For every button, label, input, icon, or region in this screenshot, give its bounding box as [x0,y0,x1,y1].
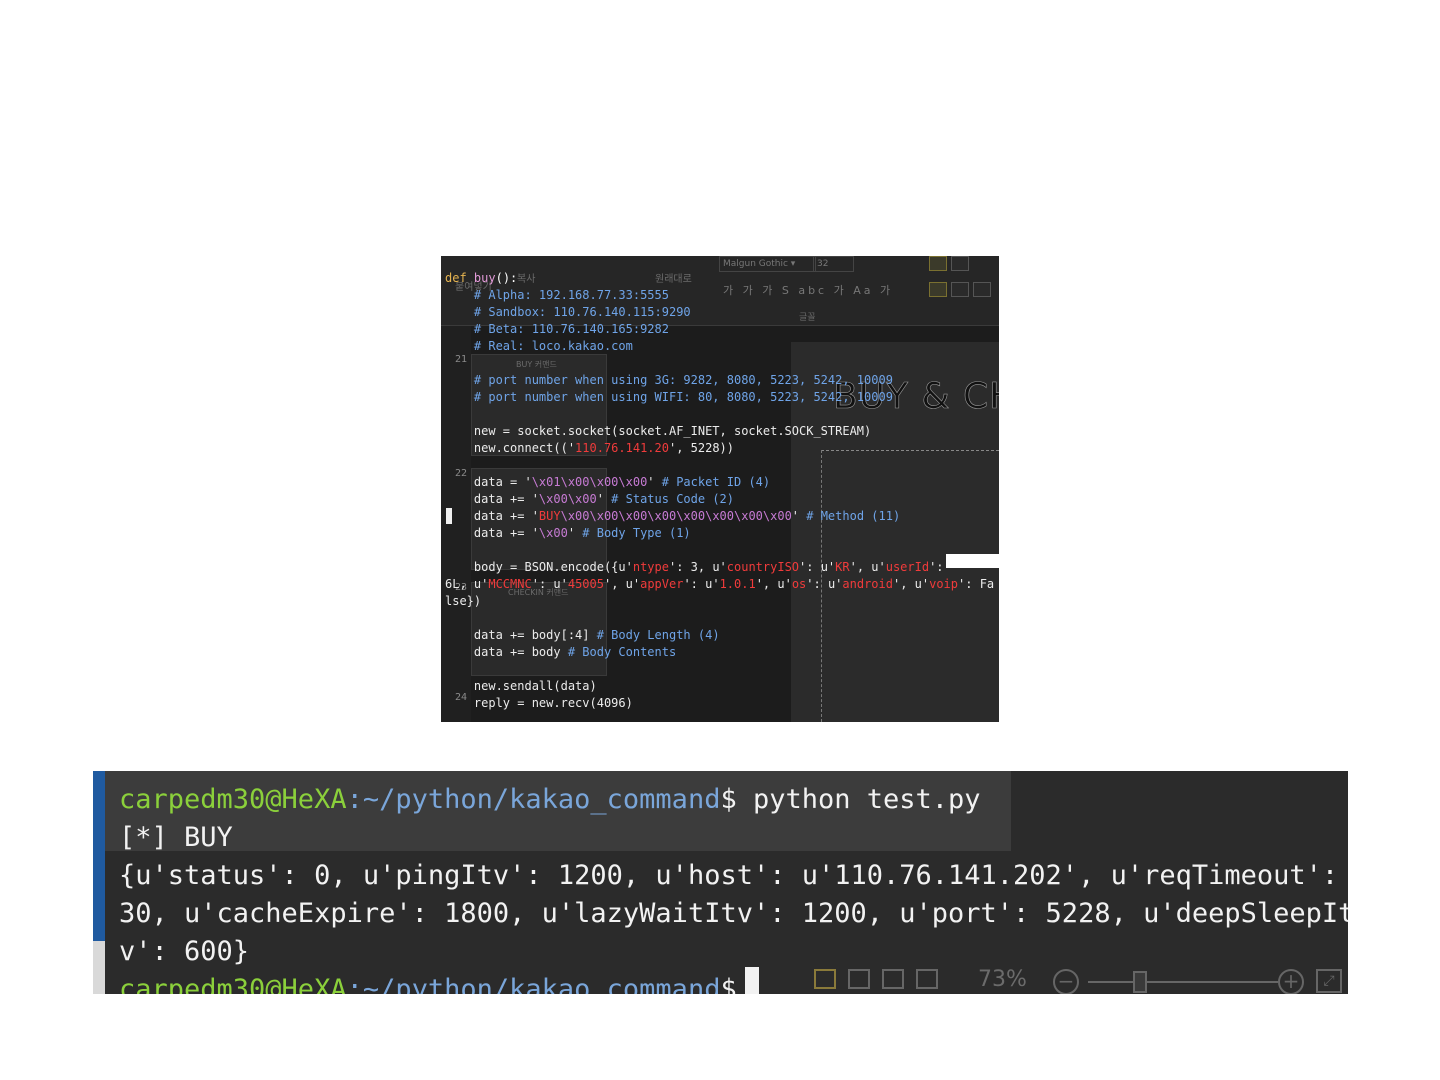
code-line: # Real: loco.kakao.com [445,339,633,353]
code-line: reply = new.recv(4096) [445,696,633,710]
terminal-line: 30, u'cacheExpire': 1800, u'lazyWaitItv'… [119,898,1348,929]
slideshow-icon[interactable] [916,969,938,989]
reading-view-icon[interactable] [882,969,904,989]
code-line: data += 'BUY\x00\x00\x00\x00\x00\x00\x00… [445,509,901,523]
code-line: new.sendall(data) [445,679,597,693]
code-line: data = '\x01\x00\x00\x00' # Packet ID (4… [445,475,771,489]
code-line: data += '\x00' # Body Type (1) [445,526,691,540]
bullet-list-icon[interactable] [929,256,947,271]
status-bar: 73% − + ⤢ [798,967,1348,994]
code-line: 6L, u'MCCMNC': u'45005', u'appVer': u'1.… [445,577,995,591]
code-line: # Sandbox: 110.76.140.115:9290 [445,305,691,319]
fit-window-icon[interactable]: ⤢ [1316,969,1342,993]
code-line: def buy(): [445,271,518,285]
terminal-line: carpedm30@HeXA:~/python/kakao_command$ p… [119,784,981,815]
code-line: data += body # Body Contents [445,645,677,659]
terminal-output[interactable]: carpedm30@HeXA:~/python/kakao_command$ p… [119,781,1348,994]
code-line: data += '\x00\x00' # Status Code (2) [445,492,734,506]
text-cursor [446,508,452,524]
numbered-list-icon[interactable] [951,256,969,271]
terminal-line: {u'status': 0, u'pingItv': 1200, u'host'… [119,860,1339,891]
code-line: # port number when using WIFI: 80, 8080,… [445,390,893,404]
code-editor-screenshot: 붙여넣기 복사 원래대로 Malgun Gothic ▾ 32 가 가 가 S … [441,256,999,722]
zoom-slider-handle[interactable] [1133,971,1147,993]
code-line: # Beta: 110.76.140.165:9282 [445,322,669,336]
zoom-out-icon[interactable]: − [1053,969,1079,994]
code-line: # port number when using 3G: 9282, 8080,… [445,373,893,387]
code-line: new.connect(('110.76.141.20', 5228)) [445,441,734,455]
normal-view-icon[interactable] [814,969,836,989]
zoom-level: 73% [978,967,1027,992]
code-line: body = BSON.encode({u'ntype': 3, u'count… [445,560,951,574]
terminal-cursor [745,967,759,994]
zoom-slider-track[interactable] [1088,981,1278,983]
terminal-line: [*] BUY [119,822,233,853]
terminal-line: v': 600} [119,936,250,967]
code-line: # Alpha: 192.168.77.33:5555 [445,288,669,302]
code-line: new = socket.socket(socket.AF_INET, sock… [445,424,872,438]
code-line: data += body[:4] # Body Length (4) [445,628,720,642]
python-code: def buy(): # Alpha: 192.168.77.33:5555 #… [445,270,994,712]
slide-sorter-icon[interactable] [848,969,870,989]
terminal-screenshot: carpedm30@HeXA:~/python/kakao_command$ p… [93,771,1348,994]
redacted-value [946,554,999,568]
zoom-in-icon[interactable]: + [1278,969,1304,994]
window-edge-lower [93,941,105,994]
code-line: lse}) [445,594,482,608]
